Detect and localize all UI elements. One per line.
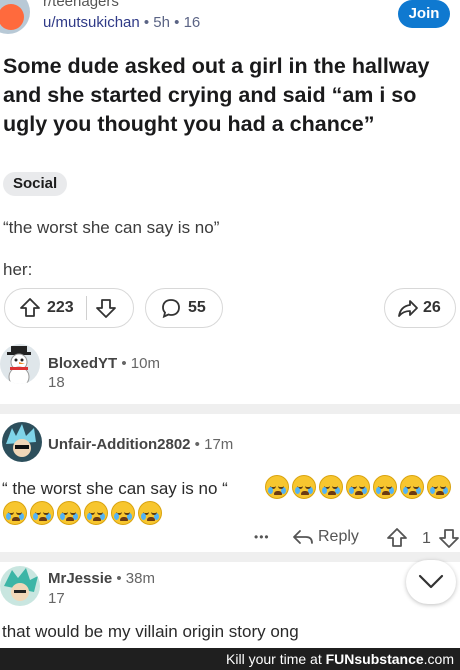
vote-divider — [85, 296, 88, 320]
emoji-row-2 — [3, 501, 162, 525]
comments-pill[interactable]: 55 — [145, 288, 223, 328]
comment-downvote-icon[interactable] — [438, 527, 460, 554]
comment-vote-count: 1 — [422, 530, 431, 547]
subreddit-icon — [0, 4, 24, 30]
comment-divider — [0, 552, 460, 562]
comment-author[interactable]: BloxedYT — [48, 355, 117, 372]
comment-upvote-icon[interactable] — [386, 527, 408, 554]
comment-author-line: Unfair-Addition2802 • 17m — [48, 436, 233, 453]
downvote-icon[interactable] — [95, 297, 117, 319]
watermark-footer: Kill your time at FUNsubstance.com — [0, 648, 460, 670]
comment-count: 55 — [188, 299, 206, 316]
loudly-crying-face-icon — [400, 475, 424, 499]
comment-bubble-icon — [160, 297, 182, 319]
comment-score: 17 — [48, 590, 65, 607]
comment-author[interactable]: MrJessie — [48, 570, 112, 587]
post-header: r/teenagers u/mutsukichan • 5h • 16 Join — [0, 0, 460, 40]
loudly-crying-face-icon — [292, 475, 316, 499]
post-title: Some dude asked out a girl in the hallwa… — [3, 54, 430, 136]
comment-author-line: MrJessie • 38m — [48, 570, 155, 587]
loudly-crying-face-icon — [57, 501, 81, 525]
teal-hair-avatar-icon — [4, 568, 38, 601]
join-button[interactable]: Join — [398, 0, 450, 28]
share-pill[interactable]: 26 — [384, 288, 456, 328]
loudly-crying-face-icon — [3, 501, 27, 525]
reply-arrow-icon — [293, 530, 313, 544]
comment-author-line: BloxedYT • 10m — [48, 355, 160, 372]
flair-badge[interactable]: Social — [3, 172, 68, 196]
subreddit-avatar[interactable] — [0, 0, 30, 34]
subreddit-name[interactable]: r/teenagers — [43, 0, 119, 10]
reply-button[interactable]: Reply — [292, 528, 359, 546]
footer-text: Kill your time at — [226, 651, 326, 667]
loudly-crying-face-icon — [427, 475, 451, 499]
post-author[interactable]: u/mutsukichan — [43, 14, 140, 31]
more-options-icon[interactable]: ••• — [254, 530, 270, 544]
upvote-count: 223 — [47, 299, 74, 316]
emoji-row-1 — [265, 475, 451, 499]
loudly-crying-face-icon — [319, 475, 343, 499]
loudly-crying-face-icon — [265, 475, 289, 499]
loudly-crying-face-icon — [111, 501, 135, 525]
comment-time: • 10m — [117, 355, 160, 372]
comment-divider — [0, 404, 460, 414]
spiky-hair-avatar-icon — [6, 424, 36, 457]
post-author-line: u/mutsukichan • 5h • 16 — [43, 14, 200, 31]
commenter-avatar[interactable] — [0, 344, 40, 384]
loudly-crying-face-icon — [138, 501, 162, 525]
comment-score: 18 — [48, 374, 65, 391]
post-meta: • 5h • 16 — [139, 14, 201, 31]
loudly-crying-face-icon — [346, 475, 370, 499]
footer-brand[interactable]: FUNsubstance — [326, 651, 424, 667]
share-icon — [397, 297, 419, 319]
commenter-avatar[interactable] — [0, 566, 40, 606]
loudly-crying-face-icon — [30, 501, 54, 525]
comment-time: • 17m — [190, 436, 234, 453]
upvote-icon[interactable] — [19, 297, 41, 319]
post-body-line-1: “the worst she can say is no” — [3, 218, 220, 237]
vote-pill: 223 — [4, 288, 134, 328]
share-count: 26 — [423, 299, 441, 316]
reply-label: Reply — [318, 528, 359, 545]
footer-tld: .com — [423, 651, 454, 667]
commenter-avatar[interactable] — [2, 422, 42, 462]
post-body-line-2: her: — [3, 260, 33, 279]
chevron-down-icon — [418, 574, 444, 589]
comment-text: “ the worst she can say is no “ — [2, 479, 228, 498]
loudly-crying-face-icon — [84, 501, 108, 525]
snowman-avatar-icon — [7, 346, 31, 384]
comment-author[interactable]: Unfair-Addition2802 — [48, 436, 191, 453]
next-comment-button[interactable] — [406, 560, 456, 604]
comment-time: • 38m — [112, 570, 155, 587]
comment-text: that would be my villain origin story on… — [2, 622, 299, 641]
loudly-crying-face-icon — [373, 475, 397, 499]
